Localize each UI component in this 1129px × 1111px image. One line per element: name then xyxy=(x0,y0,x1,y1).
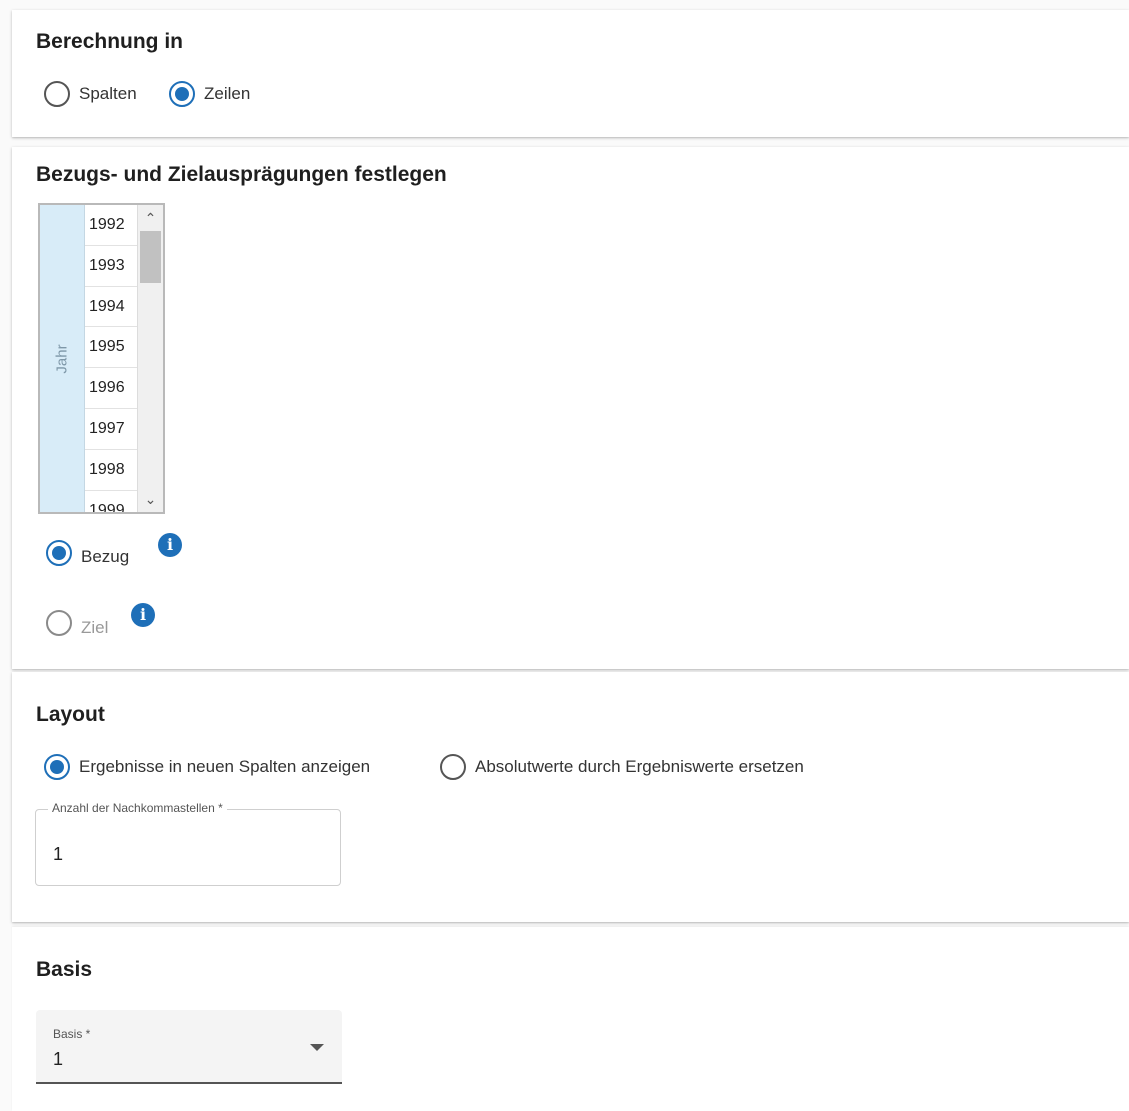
radio-ziel-label: Ziel xyxy=(81,618,109,637)
layout-title: Layout xyxy=(36,703,105,726)
year-item[interactable]: 1994 xyxy=(85,286,139,328)
year-item[interactable]: 1998 xyxy=(85,449,139,491)
basis-select-value[interactable]: 1 xyxy=(53,1049,63,1070)
basis-card: Basis Basis * 1 xyxy=(12,927,1129,1111)
radio-new-columns[interactable]: Ergebnisse in neuen Spalten anzeigen xyxy=(44,754,370,780)
decimals-field-label: Anzahl der Nachkommastellen * xyxy=(48,801,227,815)
radio-spalten-label: Spalten xyxy=(79,84,137,103)
year-axis-label: Jahr xyxy=(53,343,71,374)
caret-down-icon[interactable] xyxy=(310,1044,324,1051)
radio-replace-absolute[interactable]: Absolutwerte durch Ergebniswerte ersetze… xyxy=(440,754,804,780)
basis-select-label: Basis * xyxy=(53,1027,91,1041)
radio-spalten-circle[interactable] xyxy=(44,81,70,107)
year-item[interactable]: 1996 xyxy=(85,368,139,409)
radio-ziel[interactable]: Ziel xyxy=(46,608,108,638)
year-list-scrollbar[interactable]: ⌃ ⌄ xyxy=(137,205,163,512)
year-list[interactable]: 1992 1993 1994 1995 1996 1997 1998 1999 xyxy=(85,205,139,512)
scrollbar-thumb[interactable] xyxy=(140,231,161,283)
decimals-field-value[interactable]: 1 xyxy=(53,844,63,865)
radio-bezug-circle[interactable] xyxy=(46,540,72,566)
year-item[interactable]: 1993 xyxy=(85,245,139,287)
radio-replace-absolute-label: Absolutwerte durch Ergebniswerte ersetze… xyxy=(475,757,804,776)
reference-card: Bezugs- und Zielausprägungen festlegen J… xyxy=(12,147,1129,669)
info-icon[interactable]: i xyxy=(158,533,182,557)
radio-bezug[interactable]: Bezug xyxy=(46,539,129,567)
year-axis: Jahr xyxy=(40,205,85,512)
year-item[interactable]: 1995 xyxy=(85,327,139,369)
chevron-up-icon[interactable]: ⌃ xyxy=(138,207,163,229)
calculation-card: Berechnung in Spalten Zeilen xyxy=(12,10,1129,137)
year-listbox[interactable]: Jahr 1992 1993 1994 1995 1996 1997 1998 … xyxy=(38,203,165,514)
chevron-down-icon[interactable]: ⌄ xyxy=(138,488,163,510)
radio-ziel-circle[interactable] xyxy=(46,610,72,636)
radio-new-columns-circle[interactable] xyxy=(44,754,70,780)
radio-spalten[interactable]: Spalten xyxy=(44,81,137,107)
layout-card: Layout Ergebnisse in neuen Spalten anzei… xyxy=(12,672,1129,922)
reference-title: Bezugs- und Zielausprägungen festlegen xyxy=(36,163,447,186)
radio-replace-absolute-circle[interactable] xyxy=(440,754,466,780)
basis-select[interactable]: Basis * 1 xyxy=(36,1010,342,1084)
decimals-field[interactable]: Anzahl der Nachkommastellen * 1 xyxy=(35,801,341,886)
calculation-title: Berechnung in xyxy=(36,30,184,53)
radio-new-columns-label: Ergebnisse in neuen Spalten anzeigen xyxy=(79,757,371,776)
radio-zeilen[interactable]: Zeilen xyxy=(169,81,250,107)
radio-zeilen-label: Zeilen xyxy=(204,84,251,103)
info-icon[interactable]: i xyxy=(131,603,155,627)
year-item[interactable]: 1992 xyxy=(85,205,139,246)
year-item[interactable]: 1997 xyxy=(85,408,139,450)
radio-zeilen-circle[interactable] xyxy=(169,81,195,107)
basis-title: Basis xyxy=(36,958,93,981)
radio-bezug-label: Bezug xyxy=(81,547,130,566)
year-item[interactable]: 1999 xyxy=(85,490,139,512)
